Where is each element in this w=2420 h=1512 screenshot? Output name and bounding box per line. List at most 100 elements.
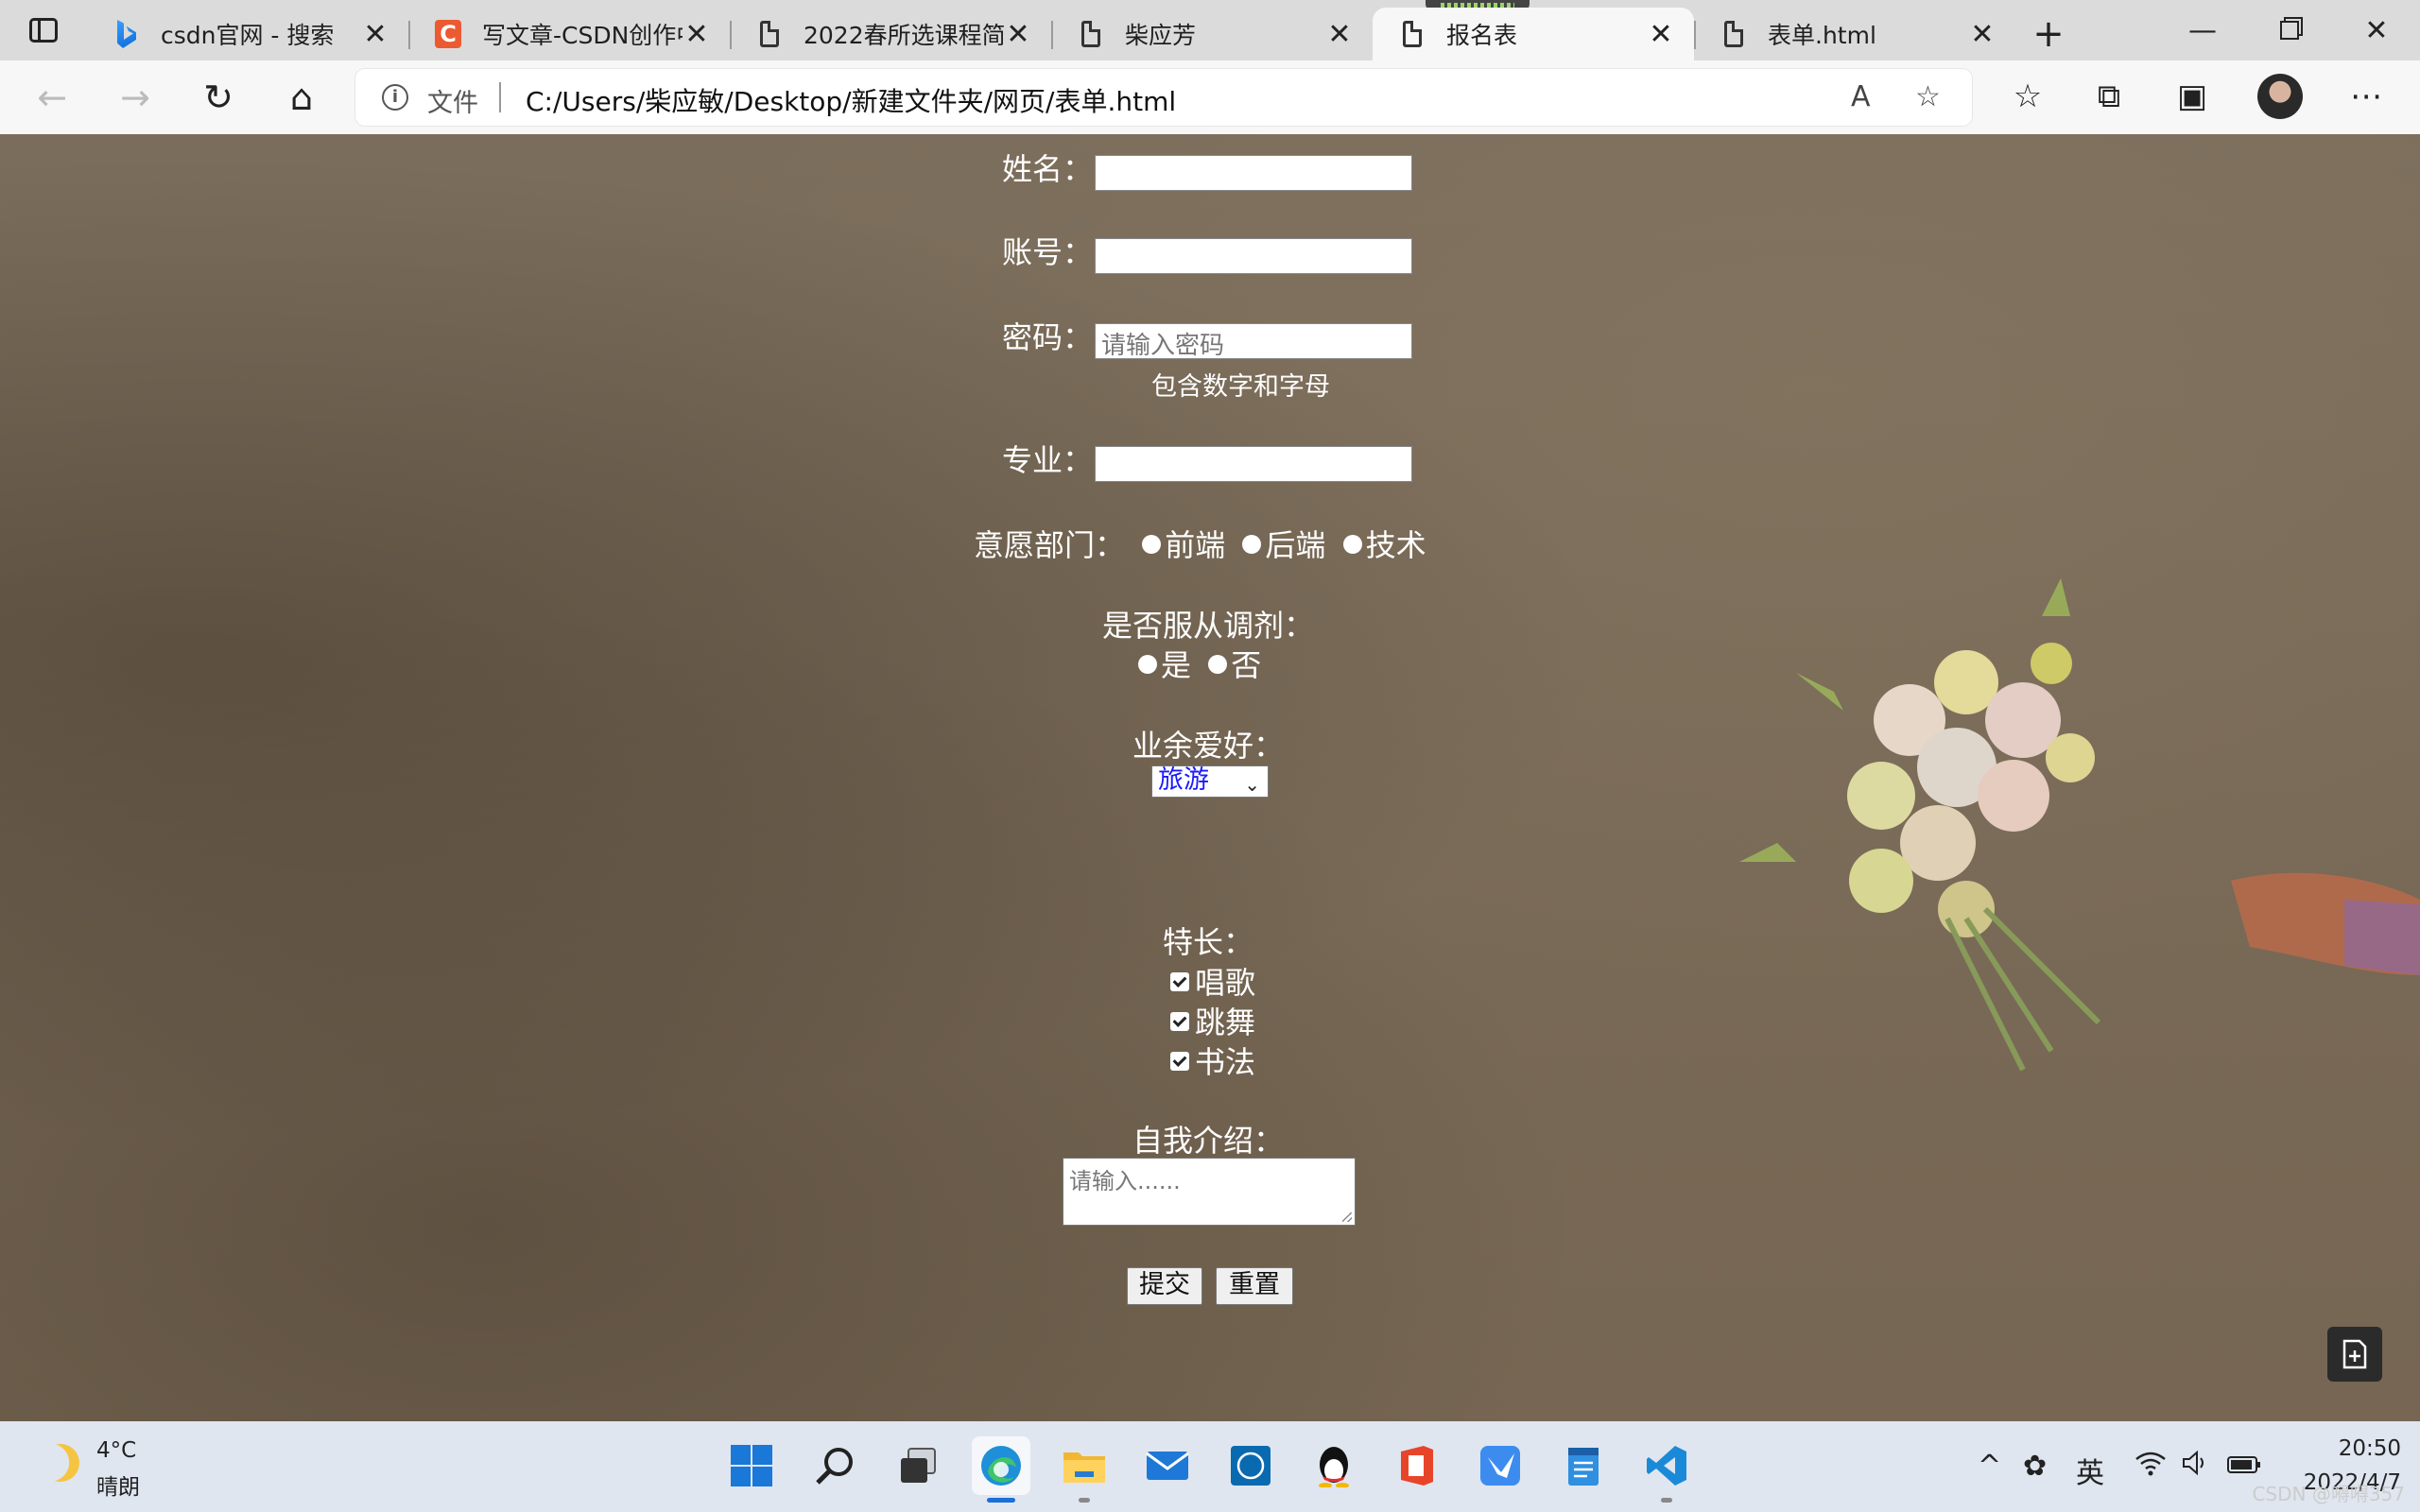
chevron-down-icon: ⌄	[1244, 773, 1260, 796]
close-icon[interactable]: ✕	[1968, 18, 1996, 51]
password-input[interactable]: 请输入密码	[1095, 323, 1412, 360]
taskbar-mail[interactable]	[1138, 1436, 1197, 1495]
reset-button[interactable]: 重置	[1216, 1267, 1293, 1305]
tab-title: 报名表	[1446, 22, 1518, 49]
password-hint: 包含数字和字母	[1151, 372, 1330, 402]
tab-actions-button[interactable]	[0, 0, 87, 60]
collections-icon[interactable]: ⧉	[2085, 77, 2133, 115]
task-view-button[interactable]	[889, 1436, 947, 1495]
info-icon[interactable]: i	[382, 84, 408, 111]
home-button[interactable]: ⌂	[268, 60, 335, 134]
radio-label: 否	[1231, 647, 1262, 683]
start-button[interactable]	[722, 1436, 781, 1495]
minimize-button[interactable]: —	[2159, 0, 2246, 60]
back-button[interactable]: ←	[19, 60, 85, 134]
radio-label: 后端	[1265, 527, 1326, 563]
restore-button[interactable]	[2246, 0, 2333, 60]
taskbar-edge[interactable]	[972, 1436, 1030, 1503]
add-favorite-icon[interactable]: ☆	[1915, 80, 1941, 113]
close-icon[interactable]: ✕	[1647, 18, 1675, 51]
weather-temperature[interactable]: 4°C	[96, 1438, 136, 1463]
close-icon[interactable]: ✕	[1004, 18, 1032, 51]
radio-tech[interactable]	[1342, 535, 1362, 554]
tab-title: 2022春所选课程简介	[804, 22, 1004, 49]
weather-description[interactable]: 晴朗	[96, 1469, 140, 1501]
checkbox-label: 唱歌	[1195, 965, 1256, 1001]
close-window-button[interactable]: ✕	[2333, 0, 2420, 60]
search-button[interactable]	[805, 1436, 864, 1495]
tab-chai[interactable]: 柴应芳 ✕	[1051, 8, 1373, 60]
close-icon[interactable]: ✕	[361, 18, 389, 51]
radio-no[interactable]	[1208, 655, 1228, 674]
edge-icon	[981, 1446, 1021, 1486]
clock-time[interactable]: 20:50	[2325, 1436, 2401, 1461]
running-indicator	[1079, 1498, 1090, 1503]
url-text[interactable]: C:/Users/柴应敏/Desktop/新建文件夹/网页/表单.html	[526, 81, 1176, 119]
running-indicator	[1661, 1498, 1672, 1503]
skill-item[interactable]: 跳舞	[1170, 999, 1255, 1042]
battery-icon[interactable]	[2227, 1450, 2261, 1483]
read-aloud-icon[interactable]: A	[1851, 80, 1871, 113]
tab-form-html[interactable]: 表单.html ✕	[1694, 8, 2015, 60]
dell-icon	[1231, 1446, 1270, 1486]
bing-icon	[113, 19, 140, 49]
radio-yes[interactable]	[1138, 655, 1157, 674]
taskbar: 4°C 晴朗 ^ ✿ 英 20:50 2022/4/7 CSDN @嘚嘚357	[0, 1421, 2420, 1512]
taskbar-notepad[interactable]	[1554, 1436, 1613, 1495]
taskbar-vscode[interactable]	[1637, 1436, 1696, 1503]
new-tab-button[interactable]: +	[2015, 8, 2082, 60]
show-hidden-icons-button[interactable]: ^	[1978, 1450, 2001, 1483]
close-icon[interactable]: ✕	[1325, 18, 1354, 51]
hobby-select[interactable]: 旅游 ⌄	[1151, 765, 1269, 798]
submit-button[interactable]: 提交	[1127, 1267, 1202, 1305]
minimize-icon: —	[2188, 13, 2217, 47]
taskbar-feishu[interactable]	[1471, 1436, 1530, 1495]
checkbox-label: 跳舞	[1195, 1005, 1256, 1040]
skill-item[interactable]: 书法	[1170, 1039, 1255, 1082]
radio-label: 前端	[1165, 527, 1226, 563]
radio-label: 是	[1161, 647, 1192, 683]
obey-group: 是 否	[1138, 642, 1261, 685]
taskbar-qq[interactable]	[1305, 1436, 1363, 1495]
browser-essentials-icon[interactable]: ▣	[2169, 77, 2216, 115]
checkbox-dancing[interactable]	[1170, 1012, 1189, 1031]
tab-bing[interactable]: csdn官网 - 搜索 ✕	[87, 8, 408, 60]
taskbar-dell[interactable]	[1221, 1436, 1280, 1495]
tab-csdn[interactable]: C 写文章-CSDN创作中心 ✕	[408, 8, 730, 60]
radio-frontend[interactable]	[1142, 535, 1162, 554]
wifi-icon[interactable]	[2135, 1450, 2167, 1484]
checkbox-calligraphy[interactable]	[1170, 1052, 1189, 1071]
refresh-button[interactable]: ↻	[185, 60, 251, 134]
skill-item[interactable]: 唱歌	[1170, 959, 1255, 1003]
password-label: 密码：	[1002, 319, 1094, 355]
moon-icon[interactable]	[36, 1438, 84, 1486]
plus-icon: +	[2032, 12, 2065, 56]
taskbar-file-explorer[interactable]	[1055, 1436, 1114, 1503]
tab-courses[interactable]: 2022春所选课程简介 ✕	[730, 8, 1051, 60]
taskbar-office[interactable]	[1388, 1436, 1446, 1495]
volume-icon[interactable]	[2182, 1450, 2210, 1484]
document-icon	[1078, 19, 1104, 49]
major-label: 专业：	[1002, 442, 1094, 478]
radio-backend[interactable]	[1242, 535, 1262, 554]
vscode-icon	[1647, 1446, 1686, 1486]
save-page-button[interactable]	[2327, 1327, 2382, 1382]
favorites-icon[interactable]: ☆	[2004, 77, 2051, 115]
address-bar[interactable]: i 文件 C:/Users/柴应敏/Desktop/新建文件夹/网页/表单.ht…	[355, 69, 1972, 126]
close-icon[interactable]: ✕	[683, 18, 711, 51]
department-label: 意愿部门：	[974, 527, 1126, 563]
intro-textarea[interactable]: 请输入......	[1063, 1158, 1356, 1226]
arrow-right-icon: →	[120, 77, 150, 118]
account-input[interactable]	[1095, 238, 1412, 274]
avatar[interactable]	[2257, 74, 2303, 119]
name-input[interactable]	[1095, 155, 1412, 191]
office-icon	[1401, 1446, 1433, 1486]
more-icon[interactable]: ⋯	[2342, 77, 2390, 115]
ime-indicator[interactable]: 英	[2076, 1450, 2104, 1491]
major-input[interactable]	[1095, 446, 1412, 482]
tray-app-icon[interactable]: ✿	[2023, 1450, 2047, 1483]
watermark: CSDN @嘚嘚357	[2252, 1483, 2405, 1505]
forward-button[interactable]: →	[102, 60, 168, 134]
tab-signup-form[interactable]: 报名表 ✕	[1373, 8, 1694, 60]
checkbox-singing[interactable]	[1170, 972, 1189, 991]
